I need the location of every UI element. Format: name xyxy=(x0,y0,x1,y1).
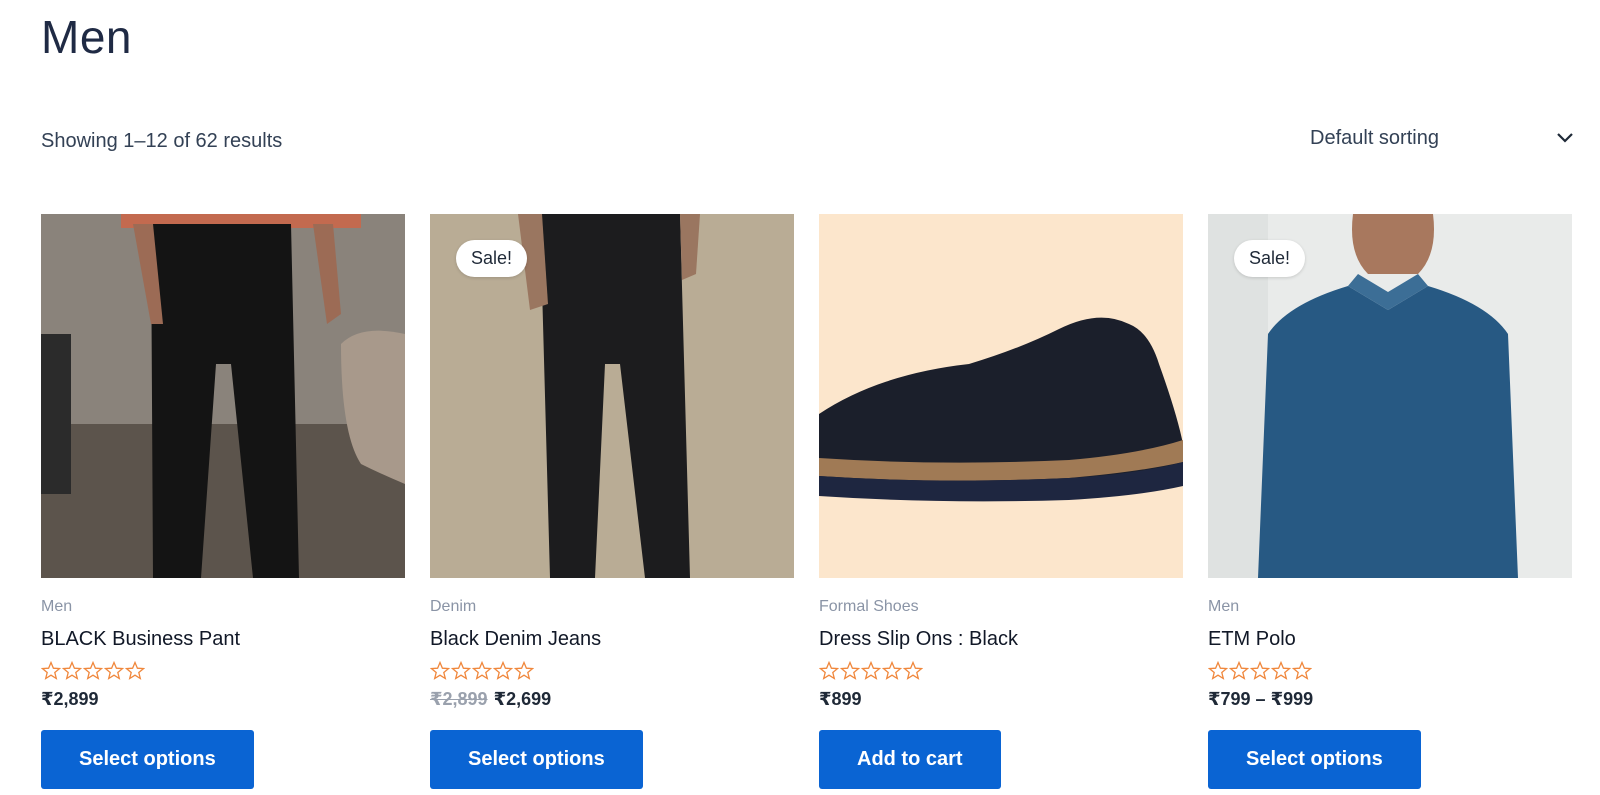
sort-selected-label: Default sorting xyxy=(1310,126,1439,149)
star-outline-icon xyxy=(1208,661,1312,680)
page-title: Men xyxy=(41,11,132,63)
current-price: ₹2,899 xyxy=(41,689,99,709)
product-price: ₹799 – ₹999 xyxy=(1208,689,1572,710)
result-count: Showing 1–12 of 62 results xyxy=(41,130,283,152)
select-options-button[interactable]: Select options xyxy=(430,730,643,789)
original-price: ₹2,899 xyxy=(430,689,488,709)
product-title[interactable]: Dress Slip Ons : Black xyxy=(819,628,1183,651)
product-price: ₹2,899 xyxy=(41,689,405,710)
current-price: ₹899 xyxy=(819,689,862,709)
star-rating xyxy=(819,661,1183,683)
add-to-cart-button[interactable]: Add to cart xyxy=(819,730,1001,789)
product-card: Men BLACK Business Pant ₹2,899 Select op… xyxy=(41,214,405,789)
chevron-down-icon xyxy=(1554,127,1576,149)
product-grid: Men BLACK Business Pant ₹2,899 Select op… xyxy=(41,214,1576,789)
product-image-black-business-pant[interactable] xyxy=(41,214,405,578)
star-outline-icon xyxy=(41,661,145,680)
product-title[interactable]: Black Denim Jeans xyxy=(430,628,794,651)
product-card: Sale! Men ETM Polo ₹799 – ₹999 Select op… xyxy=(1208,214,1572,789)
product-category[interactable]: Men xyxy=(41,598,405,616)
product-category[interactable]: Men xyxy=(1208,598,1572,616)
select-options-button[interactable]: Select options xyxy=(1208,730,1421,789)
product-card: Sale! Denim Black Denim Jeans ₹2,899 ₹2,6… xyxy=(430,214,794,789)
sort-dropdown[interactable]: Default sorting xyxy=(1300,118,1576,158)
current-price: ₹2,699 xyxy=(493,689,552,709)
star-rating xyxy=(430,661,794,683)
product-card: Formal Shoes Dress Slip Ons : Black ₹899… xyxy=(819,214,1183,789)
sale-badge: Sale! xyxy=(1234,240,1306,277)
current-price: ₹799 – ₹999 xyxy=(1208,689,1314,709)
star-outline-icon xyxy=(430,661,534,680)
star-rating xyxy=(1208,661,1572,683)
sale-badge: Sale! xyxy=(456,240,528,277)
product-image-dress-slip-ons[interactable] xyxy=(819,214,1183,578)
product-price: ₹899 xyxy=(819,689,1183,710)
product-title[interactable]: ETM Polo xyxy=(1208,628,1572,651)
product-category[interactable]: Formal Shoes xyxy=(819,598,1183,616)
product-image-black-denim-jeans[interactable]: Sale! xyxy=(430,214,794,578)
product-category[interactable]: Denim xyxy=(430,598,794,616)
product-title[interactable]: BLACK Business Pant xyxy=(41,628,405,651)
star-rating xyxy=(41,661,405,683)
star-outline-icon xyxy=(819,661,923,680)
select-options-button[interactable]: Select options xyxy=(41,730,254,789)
product-image-etm-polo[interactable]: Sale! xyxy=(1208,214,1572,578)
product-price: ₹2,899 ₹2,699 xyxy=(430,689,794,710)
